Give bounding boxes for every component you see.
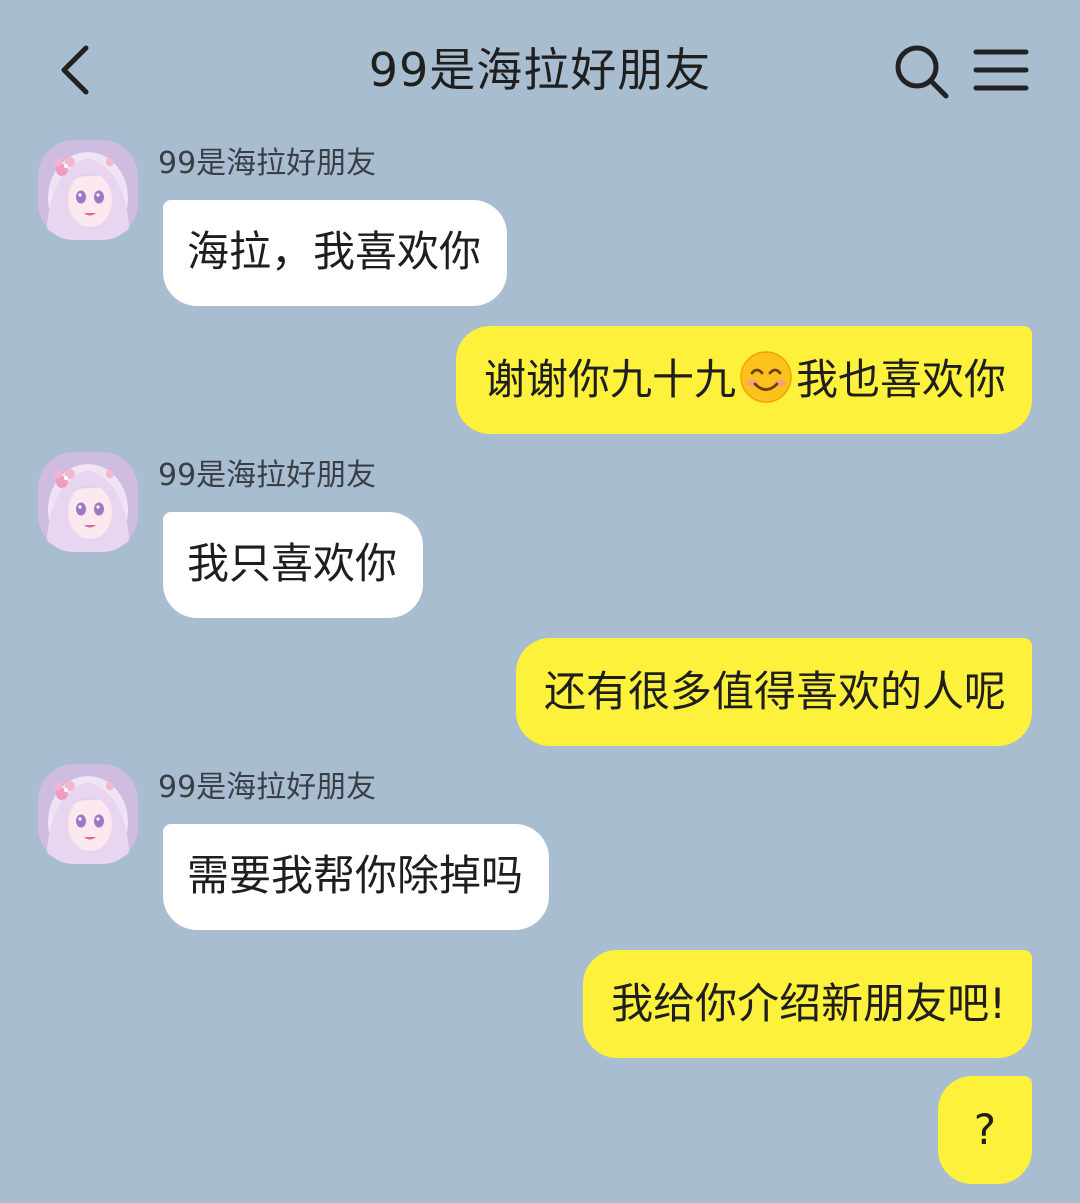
avatar[interactable] xyxy=(38,140,138,240)
message-bubble-outgoing[interactable]: ? xyxy=(937,1076,1032,1184)
avatar[interactable] xyxy=(38,452,138,552)
message-bubble-outgoing[interactable]: 我给你介绍新朋友吧! xyxy=(583,950,1032,1058)
message-text: 我也喜欢你 xyxy=(795,355,1006,404)
message-bubble-outgoing[interactable]: 谢谢你九十九 我也喜欢你 xyxy=(455,326,1032,434)
sender-name: 99是海拉好朋友 xyxy=(158,458,377,493)
message-text: 谢谢你九十九 xyxy=(483,355,736,404)
search-icon[interactable] xyxy=(890,40,952,102)
message-incoming: 99是海拉好朋友 需要我帮你除掉吗 xyxy=(0,764,1080,934)
avatar[interactable] xyxy=(38,764,138,864)
top-bar: 99是海拉好朋友 xyxy=(0,0,1080,140)
message-bubble[interactable]: 需要我帮你除掉吗 xyxy=(163,824,550,930)
menu-icon[interactable] xyxy=(972,44,1030,96)
smiling-face-emoji-icon xyxy=(740,351,792,403)
sender-name: 99是海拉好朋友 xyxy=(158,146,377,181)
message-bubble[interactable]: 海拉，我喜欢你 xyxy=(163,200,508,306)
message-incoming: 99是海拉好朋友 海拉，我喜欢你 xyxy=(0,140,1080,310)
message-incoming: 99是海拉好朋友 我只喜欢你 xyxy=(0,452,1080,622)
sender-name: 99是海拉好朋友 xyxy=(158,770,377,805)
message-bubble[interactable]: 我只喜欢你 xyxy=(163,512,424,618)
message-bubble-outgoing[interactable]: 还有很多值得喜欢的人呢 xyxy=(515,638,1032,746)
